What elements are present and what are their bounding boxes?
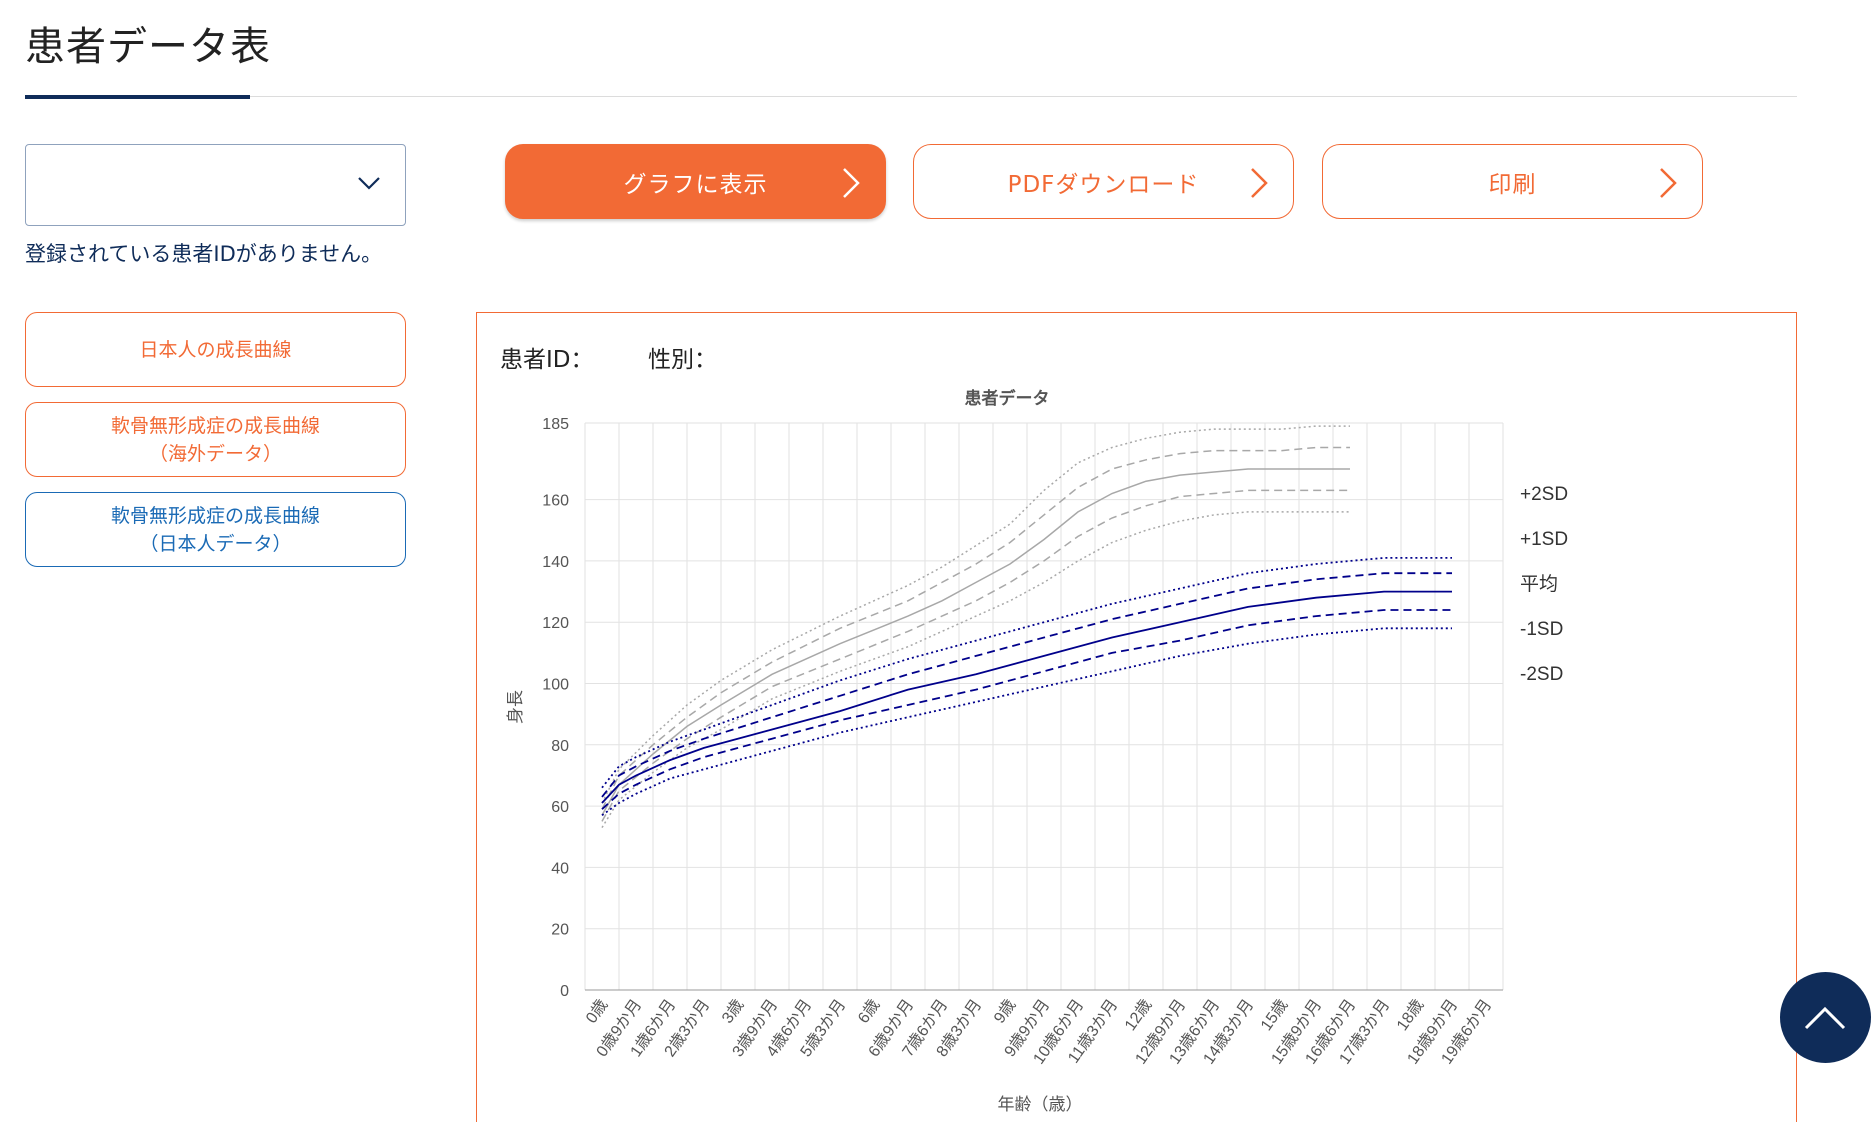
- chevron-right-icon: [843, 168, 860, 198]
- pdf-download-button[interactable]: PDFダウンロード: [913, 144, 1294, 219]
- show-graph-label: グラフに表示: [623, 171, 768, 198]
- title-divider: [25, 96, 1797, 97]
- chevron-right-icon: [1660, 168, 1677, 198]
- print-button[interactable]: 印刷: [1322, 144, 1703, 219]
- chart-panel: [476, 312, 1797, 1122]
- chevron-right-icon: [1251, 168, 1268, 198]
- achondroplasia-japanese-button[interactable]: 軟骨無形成症の成長曲線 （日本人データ）: [25, 492, 406, 567]
- achondroplasia-overseas-button[interactable]: 軟骨無形成症の成長曲線 （海外データ）: [25, 402, 406, 477]
- pdf-download-label: PDFダウンロード: [1007, 171, 1200, 198]
- side-button-line: 軟骨無形成症の成長曲線: [110, 504, 320, 527]
- scroll-to-top-button[interactable]: [1780, 972, 1871, 1063]
- sex-label: 性別：: [648, 347, 717, 373]
- chevron-down-icon: [358, 177, 380, 190]
- side-button-line: （海外データ）: [148, 442, 282, 465]
- show-graph-button[interactable]: グラフに表示: [505, 144, 886, 219]
- chevron-up-icon: [1804, 1006, 1846, 1030]
- print-label: 印刷: [1488, 171, 1537, 198]
- japanese-growth-curve-button[interactable]: 日本人の成長曲線: [25, 312, 406, 387]
- patient-id-label: 患者ID：: [500, 347, 594, 373]
- no-patient-notice: 登録されている患者IDがありません。: [25, 242, 383, 266]
- side-button-line: 日本人の成長曲線: [139, 338, 292, 361]
- page-title: 患者データ表: [25, 24, 271, 70]
- side-button-line: （日本人データ）: [139, 532, 292, 555]
- side-button-line: 軟骨無形成症の成長曲線: [110, 414, 320, 437]
- patient-id-select[interactable]: [25, 144, 406, 226]
- title-accent-bar: [25, 95, 250, 99]
